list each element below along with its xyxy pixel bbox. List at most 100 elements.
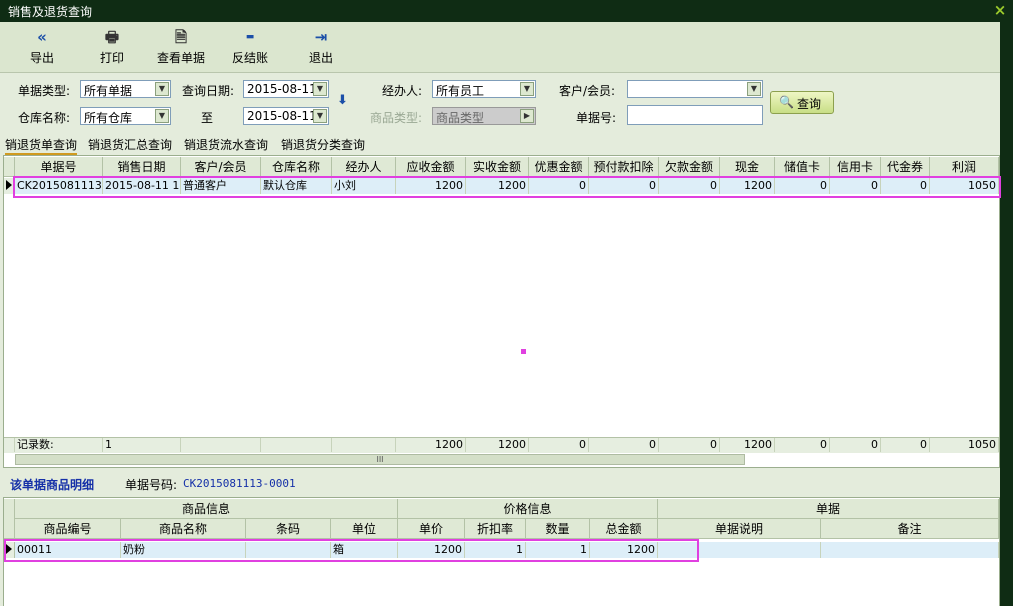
summary-row: 记录数: 1 1200 1200 0 0 0 1200 0 0 0 1050 [4,437,999,453]
query-button[interactable]: 🔍 查询 [770,91,834,114]
footer-cell: 1200 [396,438,466,452]
tab-bar: 销退货单查询 销退货汇总查询 销退货流水查询 销退货分类查询 [0,135,1000,155]
cell-total: 1200 [590,542,658,558]
detail-doc-value: CK2015081113-0001 [183,477,296,490]
column-header[interactable]: 仓库名称 [261,157,332,177]
column-header[interactable]: 数量 [526,519,590,539]
column-header[interactable]: 利润 [930,157,999,177]
current-row-arrow-icon [6,544,12,554]
view-document-label: 查看单据 [156,51,205,65]
column-header[interactable]: 实收金额 [466,157,529,177]
reverse-checkout-button[interactable]: ▬ 反结账 [230,28,270,68]
footer-cell: 0 [881,438,930,452]
row-indicator [4,542,15,558]
row-indicator-header [4,499,15,539]
print-button[interactable]: 🖶 打印 [94,28,130,68]
column-header[interactable]: 预付款扣除 [589,157,659,177]
column-header[interactable]: 储值卡 [775,157,830,177]
tab-category-query[interactable]: 销退货分类查询 [281,136,365,153]
doc-no-input[interactable] [627,105,763,125]
cell-unit: 箱 [331,542,398,558]
operator-value: 所有员工 [436,84,485,98]
document-view-icon: 🗎 [174,28,188,46]
column-header[interactable]: 单据说明 [658,519,821,539]
operator-select[interactable]: 所有员工 ▼ [432,80,536,98]
export-button[interactable]: « 导出 [24,28,60,68]
footer-cell: 0 [589,438,659,452]
date-from-picker[interactable]: 2015-08-11 ▼ [243,80,329,98]
window-title: 销售及退货查询 [8,5,93,19]
table-row[interactable]: CK2015081113-0 2015-08-11 16 普通客户 默认仓库 小… [4,178,999,194]
column-header[interactable]: 客户/会员 [181,157,261,177]
cell-operator: 小刘 [332,178,396,194]
detail-title: 该单据商品明细 [10,478,95,492]
warehouse-select[interactable]: 所有仓库 ▼ [80,107,171,125]
column-header[interactable]: 销售日期 [103,157,181,177]
query-date-label: 查询日期: [182,84,235,98]
warehouse-value: 所有仓库 [84,111,133,125]
column-header[interactable]: 欠款金额 [659,157,720,177]
chevron-down-icon[interactable]: ▼ [747,82,761,96]
footer-cell [261,438,332,452]
column-header[interactable]: 备注 [821,519,999,539]
exit-door-icon: ⇥ [314,28,328,46]
footer-cell: 1050 [930,438,999,452]
cell-receivable: 1200 [396,178,466,194]
column-header[interactable]: 单价 [398,519,465,539]
customer-label: 客户/会员: [559,84,616,98]
tab-flow-query[interactable]: 销退货流水查询 [184,136,268,153]
cell-barcode [246,542,331,558]
column-header[interactable]: 应收金额 [396,157,466,177]
column-header[interactable]: 总金额 [590,519,658,539]
exit-button[interactable]: ⇥ 退出 [306,28,336,68]
chevron-down-icon[interactable]: ▼ [155,82,169,96]
cell-warehouse: 默认仓库 [261,178,332,194]
close-icon[interactable]: × [993,1,1007,19]
view-document-button[interactable]: 🗎 查看单据 [154,28,208,68]
cell-discount: 0 [529,178,589,194]
cell-cash: 1200 [720,178,775,194]
chevron-down-icon[interactable]: ▼ [155,109,169,123]
chevron-down-icon[interactable]: ▼ [313,82,327,96]
column-header[interactable]: 条码 [246,519,331,539]
tab-summary-query[interactable]: 销退货汇总查询 [88,136,172,153]
chevron-down-icon[interactable]: ▼ [520,82,534,96]
column-header[interactable]: 代金券 [881,157,930,177]
tab-sales-return-query[interactable]: 销退货单查询 [5,136,78,155]
toolbar: « 导出 🖶 打印 🗎 查看单据 ▬ 反结账 ⇥ 退出 [0,22,1000,73]
reverse-checkout-label: 反结账 [231,51,268,65]
group-header-product: 商品信息 [15,499,398,519]
horizontal-scrollbar[interactable]: III [15,454,745,465]
row-indicator-header [4,157,15,177]
column-header[interactable]: 商品名称 [121,519,246,539]
warehouse-label: 仓库名称: [18,111,71,125]
column-header[interactable]: 优惠金额 [529,157,589,177]
table-row[interactable]: 00011 奶粉 箱 1200 1 1 1200 [4,542,999,558]
query-button-label: 查询 [797,97,822,111]
cell-prepaid: 0 [589,178,659,194]
column-header[interactable]: 商品编号 [15,519,121,539]
cell-voucher: 0 [881,178,930,194]
date-to-picker[interactable]: 2015-08-11 ▼ [243,107,329,125]
column-header[interactable]: 信用卡 [830,157,881,177]
cell-discount-rate: 1 [465,542,526,558]
column-header[interactable]: 单位 [331,519,398,539]
column-header[interactable]: 经办人 [332,157,396,177]
group-header-price: 价格信息 [398,499,658,519]
scrollbar-thumb[interactable]: III [16,455,744,464]
cell-product-code: 00011 [15,542,121,558]
group-header-document: 单据 [658,499,999,519]
column-header[interactable]: 现金 [720,157,775,177]
footer-spacer [4,438,15,452]
chevron-down-icon[interactable]: ▼ [313,109,327,123]
column-header[interactable]: 单据号 [15,157,103,177]
doc-type-select[interactable]: 所有单据 ▼ [80,80,171,98]
record-count-label: 记录数: [15,438,103,452]
row-indicator [4,178,15,194]
date-to-value: 2015-08-11 [247,109,317,123]
cell-credit-card: 0 [830,178,881,194]
column-header[interactable]: 折扣率 [465,519,526,539]
arrow-down-icon: ⬇ [337,93,348,108]
cell-customer: 普通客户 [181,178,261,194]
customer-select[interactable]: ▼ [627,80,763,98]
